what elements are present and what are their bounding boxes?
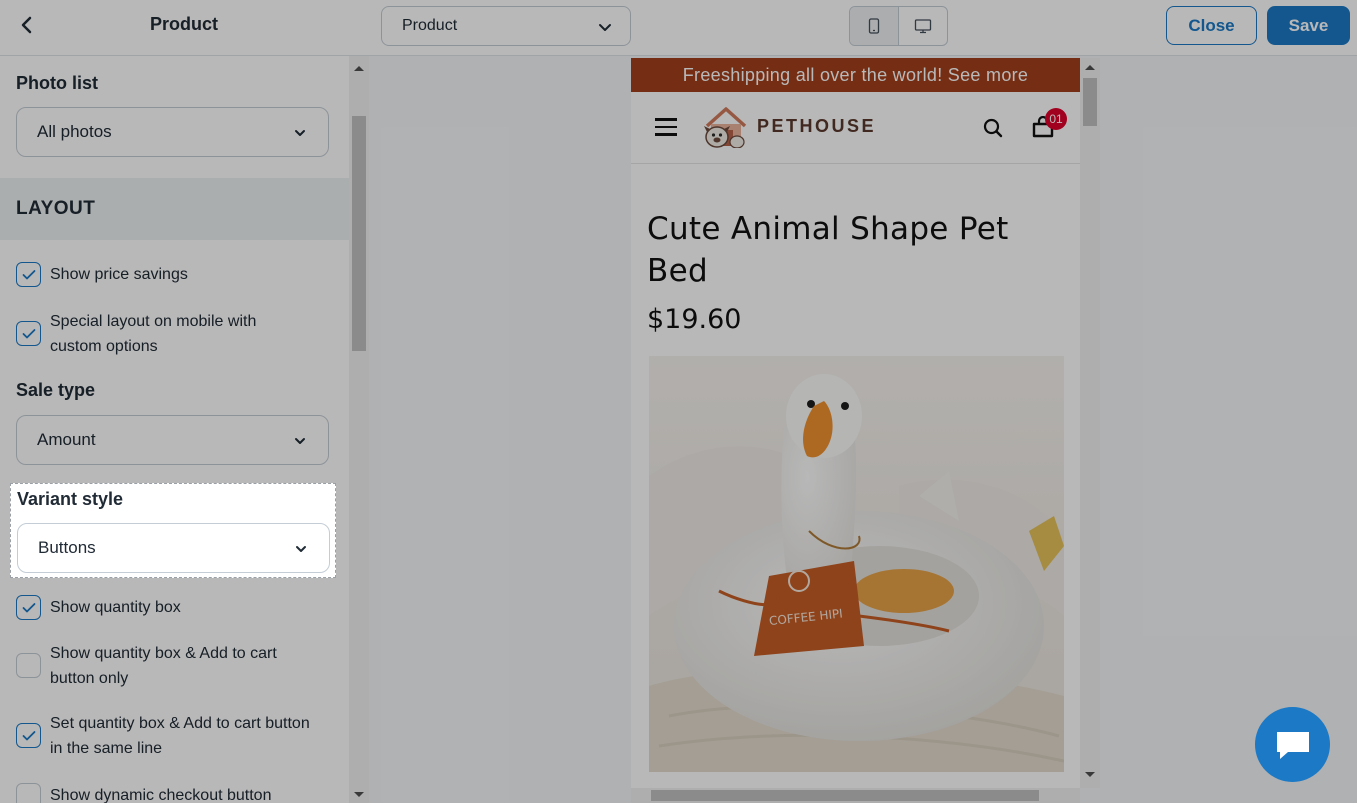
scroll-up-arrow[interactable]	[1085, 65, 1095, 70]
special-layout-mobile-checkbox[interactable]: Special layout on mobile with custom opt…	[16, 309, 316, 359]
chat-button[interactable]	[1255, 707, 1330, 782]
checkbox-box[interactable]	[16, 595, 41, 620]
checkbox-label: Special layout on mobile with custom opt…	[50, 313, 257, 355]
settings-sidebar: Photo list All photos LAYOUT Show price …	[0, 56, 349, 803]
store-logo[interactable]: PETHOUSE	[701, 104, 876, 148]
mobile-icon	[868, 18, 879, 34]
sale-type-value: Amount	[37, 430, 96, 449]
checkbox-label: Show quantity box & Add to cart button o…	[50, 645, 277, 687]
checkmark-icon	[22, 328, 35, 338]
store-header: PETHOUSE 01	[631, 92, 1080, 164]
chevron-down-icon	[599, 24, 611, 31]
save-button[interactable]: Save	[1267, 6, 1350, 45]
same-line-checkbox[interactable]: Set quantity box & Add to cart button in…	[16, 711, 316, 761]
product-title: Cute Animal Shape Pet Bed	[647, 211, 1009, 289]
checkbox-box[interactable]	[16, 723, 41, 748]
variant-style-label: Variant style	[17, 489, 124, 509]
device-toggle	[849, 6, 948, 46]
scrollbar-thumb[interactable]	[352, 116, 366, 351]
sidebar-scrollbar[interactable]	[349, 56, 369, 803]
quantity-add-to-cart-only-checkbox[interactable]: Show quantity box & Add to cart button o…	[16, 641, 316, 691]
cart-count-badge: 01	[1045, 108, 1067, 130]
back-arrow-icon	[21, 16, 32, 34]
checkbox-box[interactable]	[16, 321, 41, 346]
dynamic-checkout-checkbox[interactable]: Show dynamic checkout button	[16, 783, 316, 803]
top-bar: Product Product Close Save	[0, 0, 1357, 56]
scrollbar-thumb[interactable]	[1083, 78, 1097, 126]
mobile-preview: Freeshipping all over the world! See mor…	[631, 58, 1080, 788]
preview-horizontal-scrollbar[interactable]	[631, 788, 1080, 803]
scrollbar-thumb[interactable]	[651, 790, 1039, 801]
checkbox-label: Set quantity box & Add to cart button in…	[50, 715, 310, 757]
checkbox-box[interactable]	[16, 783, 41, 803]
photo-list-value: All photos	[37, 122, 112, 141]
page-title: Product	[150, 14, 219, 34]
chevron-down-icon	[295, 130, 305, 136]
hamburger-icon[interactable]	[655, 118, 677, 136]
sale-type-select[interactable]: Amount	[16, 415, 329, 465]
checkbox-label: Show quantity box	[50, 599, 181, 616]
layout-section-heading: LAYOUT	[0, 178, 349, 240]
variant-style-spotlight: Variant style Buttons	[10, 483, 336, 578]
show-quantity-box-checkbox[interactable]: Show quantity box	[16, 595, 316, 620]
close-button[interactable]: Close	[1166, 6, 1257, 45]
search-icon	[983, 118, 1003, 138]
chat-icon	[1276, 731, 1309, 759]
promo-bar[interactable]: Freeshipping all over the world! See mor…	[631, 58, 1080, 92]
goose-pet-bed-illustration: COFFEE HIPI	[649, 356, 1064, 772]
photo-list-label: Photo list	[16, 73, 98, 93]
desktop-view-button[interactable]	[899, 7, 948, 45]
product-price: $19.60	[647, 304, 742, 335]
desktop-icon	[914, 19, 931, 34]
page-type-select[interactable]: Product	[381, 6, 631, 46]
scroll-down-arrow[interactable]	[354, 792, 364, 797]
chevron-down-icon	[295, 438, 305, 444]
search-button[interactable]	[983, 118, 1003, 143]
checkbox-label: Show price savings	[50, 266, 188, 283]
scroll-up-arrow[interactable]	[354, 66, 364, 71]
logo-text: PETHOUSE	[757, 115, 877, 136]
checkbox-label: Show dynamic checkout button	[50, 787, 272, 803]
mobile-view-button[interactable]	[850, 7, 899, 45]
checkmark-icon	[22, 602, 35, 612]
variant-style-select[interactable]: Buttons	[17, 523, 330, 573]
checkbox-box[interactable]	[16, 262, 41, 287]
preview-scrollbar[interactable]	[1080, 58, 1100, 788]
variant-style-value: Buttons	[38, 538, 96, 557]
photo-list-select[interactable]: All photos	[16, 107, 329, 157]
sale-type-label: Sale type	[16, 380, 96, 400]
scroll-down-arrow[interactable]	[1085, 772, 1095, 777]
back-button[interactable]	[12, 10, 42, 40]
checkmark-icon	[22, 730, 35, 740]
chevron-down-icon	[296, 546, 306, 552]
dog-house-logo-icon	[704, 107, 747, 148]
page-type-value: Product	[402, 17, 458, 34]
checkbox-box[interactable]	[16, 653, 41, 678]
product-image[interactable]: COFFEE HIPI	[649, 356, 1064, 772]
show-price-savings-checkbox[interactable]: Show price savings	[16, 262, 316, 287]
checkmark-icon	[22, 269, 35, 279]
